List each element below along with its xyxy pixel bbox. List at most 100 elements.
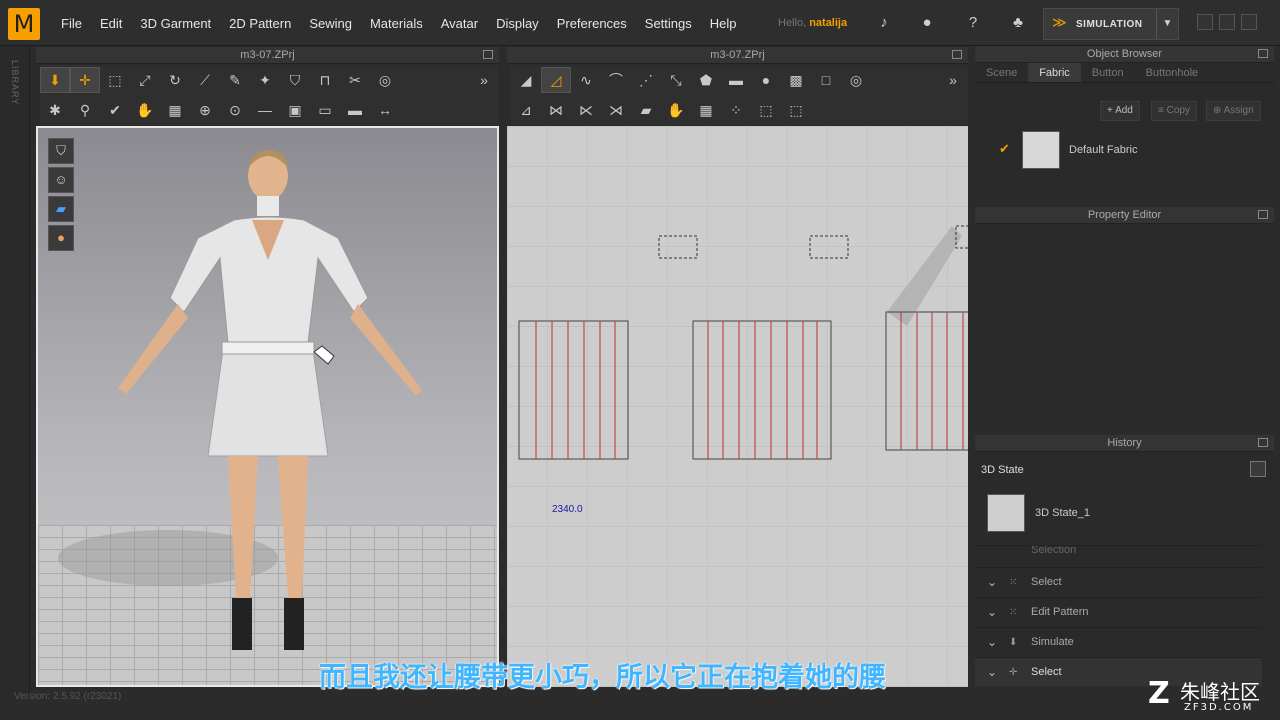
save-state-icon[interactable] xyxy=(1250,461,1266,477)
button-icon[interactable]: ⊕ xyxy=(190,97,220,123)
pants-icon[interactable]: ⊓ xyxy=(310,67,340,93)
pen-icon[interactable]: ◢ xyxy=(511,67,541,93)
menu-file[interactable]: File xyxy=(52,16,91,31)
pleat-panel-2[interactable] xyxy=(692,320,832,460)
zipper-icon[interactable]: — xyxy=(250,97,280,123)
tack-icon[interactable]: ✦ xyxy=(250,67,280,93)
history-row-selection[interactable]: Selection xyxy=(975,545,1262,559)
menu-avatar[interactable]: Avatar xyxy=(432,16,487,31)
pattern-canvas[interactable] xyxy=(507,126,968,687)
menu-2d-pattern[interactable]: 2D Pattern xyxy=(220,16,300,31)
loop-icon[interactable]: ◎ xyxy=(370,67,400,93)
select-box-icon[interactable]: ⬚ xyxy=(100,67,130,93)
trace-icon[interactable]: ⬚ xyxy=(751,97,781,123)
rotate-icon[interactable]: ↻ xyxy=(160,67,190,93)
history-row-edit-pattern[interactable]: ⌄ ⁙ Edit Pattern xyxy=(975,597,1262,626)
texture-icon[interactable]: ▦ xyxy=(691,97,721,123)
avatar-figure[interactable] xyxy=(38,128,499,687)
edit-pattern-icon[interactable]: ◿ xyxy=(541,67,571,93)
simulation-dropdown-icon[interactable]: ▼ xyxy=(1156,9,1178,39)
copy-fabric-button[interactable]: ≡ Copy xyxy=(1151,101,1197,121)
select-move-icon[interactable]: ✛ xyxy=(70,67,100,93)
community-icon[interactable]: ♣ xyxy=(1008,13,1028,33)
tab-scene[interactable]: Scene xyxy=(975,63,1028,82)
texture-view-icon[interactable]: ▰ xyxy=(48,196,74,222)
close-button[interactable] xyxy=(1241,14,1257,30)
minimize-button[interactable] xyxy=(1197,14,1213,30)
menu-3d-garment[interactable]: 3D Garment xyxy=(131,16,220,31)
cut-point-icon[interactable]: ⤡ xyxy=(661,67,691,93)
segment-sew-icon[interactable]: ⊿ xyxy=(511,97,541,123)
simulation-button[interactable]: ≫ SIMULATION ▼ xyxy=(1043,8,1179,40)
pleat-panel-3[interactable] xyxy=(885,311,968,451)
tab-button[interactable]: Button xyxy=(1081,63,1135,82)
circle-icon[interactable]: ● xyxy=(751,67,781,93)
dots-icon[interactable]: ⁘ xyxy=(721,97,751,123)
free-sew-icon[interactable]: ⋈ xyxy=(541,97,571,123)
transform-icon[interactable]: ⤢ xyxy=(130,67,160,93)
menu-help[interactable]: Help xyxy=(701,16,746,31)
pleat-panel-1[interactable] xyxy=(518,320,629,460)
measure-icon[interactable]: ▭ xyxy=(310,97,340,123)
internal-polygon-icon[interactable]: ▩ xyxy=(781,67,811,93)
viewport-2d[interactable]: 2340.0 xyxy=(507,126,968,687)
app-logo[interactable]: M xyxy=(8,8,40,40)
curve-icon[interactable]: ∿ xyxy=(571,67,601,93)
tab-buttonhole[interactable]: Buttonhole xyxy=(1135,63,1210,82)
viewport-3d[interactable]: ⛉ ☺ ▰ ● xyxy=(36,126,499,687)
state-thumbnail[interactable] xyxy=(987,494,1025,532)
state-item-label[interactable]: 3D State_1 xyxy=(1035,507,1090,519)
tab-fabric[interactable]: Fabric xyxy=(1028,63,1081,82)
maximize-icon[interactable] xyxy=(1258,438,1268,447)
curve-point-icon[interactable]: ⌒ xyxy=(601,67,631,93)
steam-icon[interactable]: ▰ xyxy=(631,97,661,123)
polygon-icon[interactable]: ⬟ xyxy=(691,67,721,93)
maximize-icon[interactable] xyxy=(1258,210,1268,219)
pin-icon[interactable]: ⚲ xyxy=(70,97,100,123)
multi-sew-icon[interactable]: ⋉ xyxy=(571,97,601,123)
assign-fabric-button[interactable]: ⊕ Assign xyxy=(1206,101,1261,121)
library-tab[interactable]: LIBRARY xyxy=(10,60,20,105)
trace-outline-icon[interactable]: ⬚ xyxy=(781,97,811,123)
maximize-icon[interactable] xyxy=(952,50,962,59)
buttonhole-icon[interactable]: ⊙ xyxy=(220,97,250,123)
arrow-down-icon[interactable]: ⬇ xyxy=(40,67,70,93)
cut-icon[interactable]: ✂ xyxy=(340,67,370,93)
tape-icon[interactable]: ▬ xyxy=(340,97,370,123)
sew-check-icon[interactable]: ⋊ xyxy=(601,97,631,123)
help-icon[interactable]: ? xyxy=(963,13,983,33)
maximize-icon[interactable] xyxy=(1258,49,1268,58)
maximize-icon[interactable] xyxy=(483,50,493,59)
menu-sewing[interactable]: Sewing xyxy=(300,16,361,31)
pattern-piece-small-2[interactable] xyxy=(809,235,849,259)
history-row-select[interactable]: ⌄ ⁙ Select xyxy=(975,567,1262,596)
shirt-icon[interactable]: ⛉ xyxy=(280,67,310,93)
pattern-piece-small-1[interactable] xyxy=(658,235,698,259)
history-row-simulate[interactable]: ⌄ ⬇ Simulate xyxy=(975,627,1262,656)
menu-edit[interactable]: Edit xyxy=(91,16,131,31)
pose-icon[interactable]: ✱ xyxy=(40,97,70,123)
internal-rect-icon[interactable]: □ xyxy=(811,67,841,93)
user-name[interactable]: natalija xyxy=(809,17,847,29)
add-point-icon[interactable]: ⋰ xyxy=(631,67,661,93)
resize-icon[interactable]: ↔ xyxy=(370,97,400,123)
user-icon[interactable]: ● xyxy=(917,13,937,33)
line-icon[interactable]: ⟋ xyxy=(190,67,220,93)
menu-settings[interactable]: Settings xyxy=(636,16,701,31)
hand-icon[interactable]: ✋ xyxy=(130,97,160,123)
more-tools-icon[interactable]: » xyxy=(938,67,968,93)
add-fabric-button[interactable]: + Add xyxy=(1100,101,1140,121)
menu-display[interactable]: Display xyxy=(487,16,548,31)
menu-materials[interactable]: Materials xyxy=(361,16,432,31)
menu-preferences[interactable]: Preferences xyxy=(548,16,636,31)
skin-view-icon[interactable]: ● xyxy=(48,225,74,251)
rectangle-icon[interactable]: ▬ xyxy=(721,67,751,93)
fabric-grid-icon[interactable]: ▦ xyxy=(160,97,190,123)
avatar-view-icon[interactable]: ☺ xyxy=(48,167,74,193)
internal-circle-icon[interactable]: ◎ xyxy=(841,67,871,93)
maximize-button[interactable] xyxy=(1219,14,1235,30)
fold-icon[interactable]: ✋ xyxy=(661,97,691,123)
more-tools-icon[interactable]: » xyxy=(469,67,499,93)
lock-icon[interactable]: ▣ xyxy=(280,97,310,123)
fabric-list-item[interactable]: ✔ Default Fabric xyxy=(987,131,1269,175)
